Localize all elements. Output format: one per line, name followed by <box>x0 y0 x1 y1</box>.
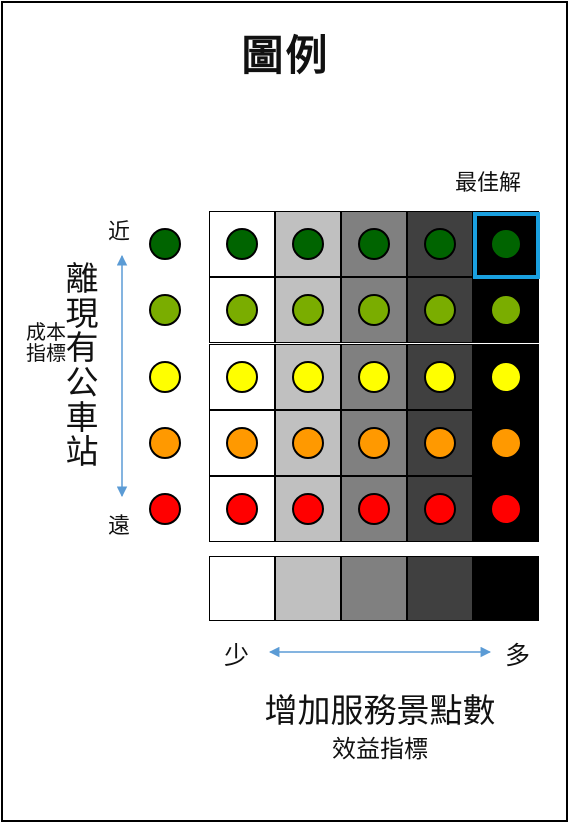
matrix-dot <box>490 427 522 459</box>
legend-dot-row-3 <box>149 361 181 393</box>
legend-dot-row-5 <box>149 493 181 525</box>
matrix-dot <box>490 493 522 525</box>
matrix-dot <box>226 493 258 525</box>
shade-swatch <box>341 556 407 621</box>
less-label: 少 <box>224 641 250 670</box>
legend-dot-row-2 <box>149 294 181 326</box>
matrix-dot <box>358 361 390 393</box>
matrix-dot <box>226 427 258 459</box>
matrix-dot <box>292 361 324 393</box>
more-label: 多 <box>505 641 531 670</box>
matrix-dot <box>358 493 390 525</box>
matrix-dot <box>358 228 390 260</box>
matrix-dot <box>424 228 456 260</box>
matrix-dot <box>358 427 390 459</box>
shade-swatch <box>407 556 473 621</box>
matrix-dot <box>424 294 456 326</box>
shade-swatch <box>275 556 341 621</box>
shade-swatch <box>209 556 275 621</box>
legend-dot-row-1 <box>149 228 181 260</box>
matrix-dot <box>424 361 456 393</box>
matrix-dot <box>424 427 456 459</box>
matrix-dot <box>226 228 258 260</box>
matrix-dot <box>490 294 522 326</box>
matrix-dot <box>292 228 324 260</box>
best-solution-highlight <box>473 212 540 279</box>
matrix-dot <box>358 294 390 326</box>
benefit-axis-title: 增加服務景點數 <box>264 691 496 730</box>
matrix-dot <box>490 361 522 393</box>
matrix-dot <box>292 294 324 326</box>
matrix-dot <box>226 361 258 393</box>
legend-dot-row-4 <box>149 427 181 459</box>
matrix-dot <box>292 427 324 459</box>
benefit-indicator-label: 效益指標 <box>332 735 428 763</box>
matrix-dot <box>292 493 324 525</box>
matrix-dot <box>424 493 456 525</box>
shade-swatch <box>473 556 539 621</box>
matrix-dot <box>226 294 258 326</box>
